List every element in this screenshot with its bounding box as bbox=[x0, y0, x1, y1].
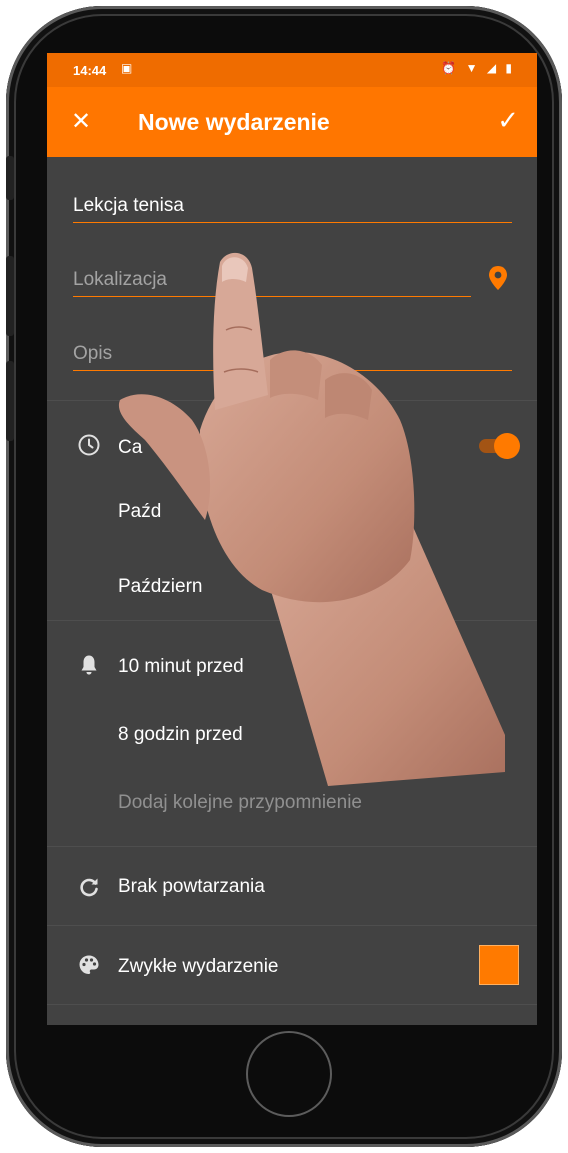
palette-icon bbox=[79, 955, 99, 974]
mute-switch bbox=[6, 156, 14, 200]
status-time: 14:44 bbox=[73, 63, 107, 78]
all-day-label-tail: w bbox=[205, 437, 219, 458]
all-day-label: Ca bbox=[118, 437, 143, 458]
close-icon[interactable]: ✕ bbox=[71, 107, 91, 136]
divider bbox=[47, 620, 537, 621]
location-pin-icon[interactable] bbox=[487, 265, 509, 291]
app-bar: ✕ Nowe wydarzenie ✓ bbox=[47, 87, 537, 157]
reminder-item[interactable]: 10 minut przed bbox=[118, 656, 244, 678]
description-field[interactable]: Opis bbox=[73, 343, 512, 371]
alarm-icon: ⏰ bbox=[441, 61, 460, 75]
start-date[interactable]: Paźd bbox=[118, 501, 161, 523]
status-bar: 14:44 ▣ ⏰ ▼ ◢ ▮ bbox=[47, 53, 537, 87]
toggle-knob bbox=[494, 433, 520, 459]
repeat-option[interactable]: Brak powtarzania bbox=[118, 876, 265, 898]
end-date[interactable]: Październ bbox=[118, 576, 203, 598]
divider bbox=[47, 846, 537, 847]
event-type-option[interactable]: Zwykłe wydarzenie bbox=[118, 956, 279, 978]
signal-icon: ◢ bbox=[486, 61, 500, 75]
event-title-field[interactable]: Lekcja tenisa bbox=[73, 195, 512, 223]
divider bbox=[47, 400, 537, 401]
add-reminder-button[interactable]: Dodaj kolejne przypomnienie bbox=[118, 792, 362, 814]
location-field[interactable]: Lokalizacja bbox=[73, 269, 471, 297]
page-title: Nowe wydarzenie bbox=[138, 109, 330, 135]
divider bbox=[47, 925, 537, 926]
all-day-toggle[interactable] bbox=[477, 433, 520, 459]
divider bbox=[47, 1004, 537, 1005]
volume-down-button bbox=[6, 361, 14, 441]
bell-icon bbox=[81, 655, 97, 675]
check-icon[interactable]: ✓ bbox=[497, 105, 519, 136]
app-screen: 14:44 ▣ ⏰ ▼ ◢ ▮ ✕ Nowe wydarzenie ✓ Lekc… bbox=[47, 53, 537, 1025]
teams-icon: ▣ bbox=[121, 61, 133, 75]
home-button[interactable] bbox=[246, 1031, 332, 1117]
clock-icon bbox=[78, 434, 100, 456]
wifi-icon: ▼ bbox=[465, 61, 481, 75]
battery-icon: ▮ bbox=[505, 61, 515, 75]
reminder-item[interactable]: 8 godzin przed bbox=[118, 724, 243, 746]
volume-up-button bbox=[6, 256, 14, 336]
event-color-swatch[interactable] bbox=[479, 945, 519, 985]
repeat-icon bbox=[80, 878, 98, 897]
